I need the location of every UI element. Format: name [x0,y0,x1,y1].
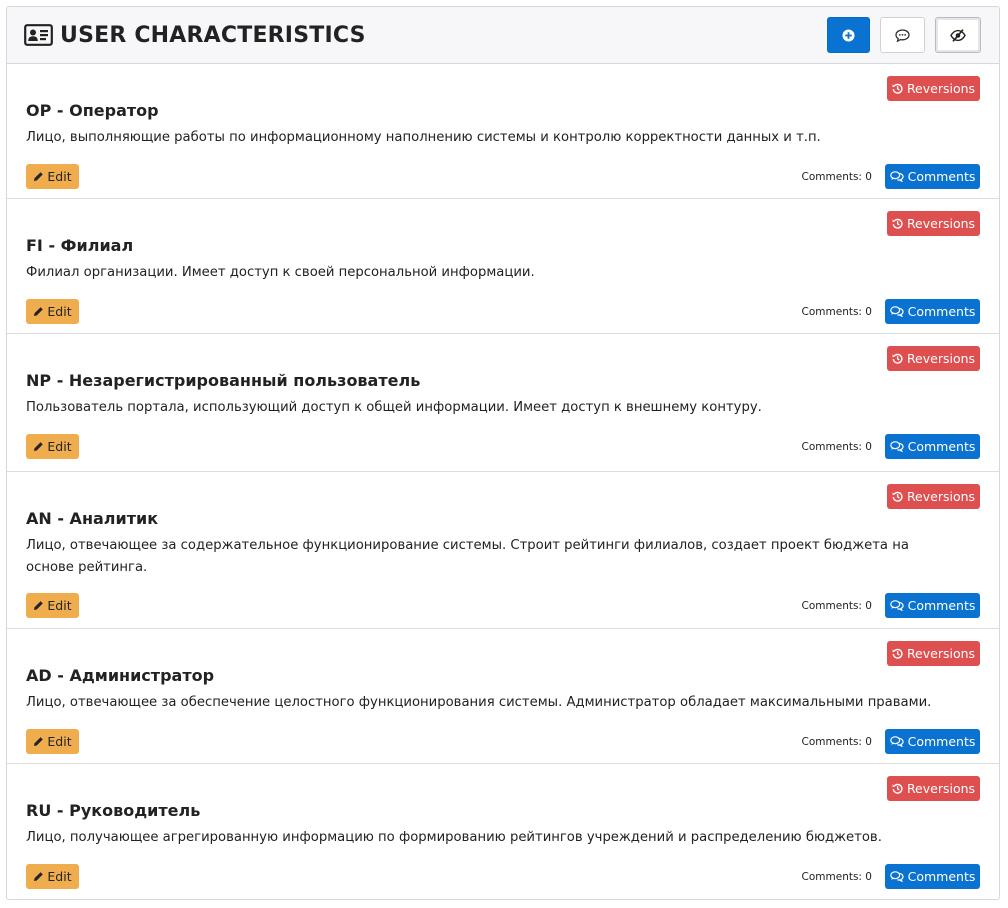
reversions-label: Reversions [906,646,976,661]
reversions-button[interactable]: Reversions [887,211,980,236]
reversions-button[interactable]: Reversions [887,641,980,666]
comments-label: Comments [907,169,976,184]
item-title: FI - Филиал [26,236,134,255]
reversions-label: Reversions [906,351,976,366]
item-description: Лицо, получающее агрегированную информац… [26,830,882,845]
comments-count: Comments: 0 [801,305,872,318]
item-description: Лицо, отвечающее за обеспечение целостно… [26,695,932,710]
comments-label: Comments [907,869,976,884]
history-icon [892,783,903,794]
item-description: Филиал организации. Имеет доступ к своей… [26,265,535,280]
edit-label: Edit [47,439,72,454]
item-description: Лицо, отвечающее за содержательное функц… [26,538,909,575]
id-card-icon [24,23,54,47]
comments-icon [889,171,904,182]
reversions-button[interactable]: Reversions [887,484,980,509]
comments-icon [889,871,904,882]
comments-icon [889,736,904,747]
comments-count: Comments: 0 [801,170,872,183]
comments-icon [889,600,904,611]
reversions-button[interactable]: Reversions [887,346,980,371]
history-icon [892,353,903,364]
comments-icon [889,441,904,452]
comments-label: Comments [907,304,976,319]
reversions-label: Reversions [906,781,976,796]
comments-label: Comments [907,734,976,749]
pencil-icon [33,600,44,611]
history-icon [892,491,903,502]
list-item: Reversions AD - Администратор Лицо, отве… [7,629,999,764]
edit-button[interactable]: Edit [26,864,79,889]
history-icon [892,218,903,229]
pencil-icon [33,171,44,182]
item-title: AN - Аналитик [26,509,159,528]
hide-button[interactable] [935,17,981,53]
comments-count: Comments: 0 [801,735,872,748]
item-title: OP - Оператор [26,101,159,120]
edit-label: Edit [47,734,72,749]
user-characteristics-panel: USER CHARACTERISTICS Reversions OP - Опе… [6,6,1000,900]
item-title: NP - Незарегистрированный пользователь [26,371,421,390]
comments-button[interactable]: Comments [885,434,980,459]
page-title: USER CHARACTERISTICS [60,22,366,48]
pencil-icon [33,306,44,317]
list-item: Reversions RU - Руководитель Лицо, получ… [7,764,999,899]
comment-icon [895,28,910,42]
reversions-button[interactable]: Reversions [887,76,980,101]
edit-label: Edit [47,869,72,884]
list-item: Reversions NP - Незарегистрированный пол… [7,334,999,472]
comments-count: Comments: 0 [801,599,872,612]
edit-button[interactable]: Edit [26,434,79,459]
item-description: Лицо, выполняющие работы по информационн… [26,130,821,145]
pencil-icon [33,736,44,747]
comments-toggle-button[interactable] [880,17,925,53]
list-item: Reversions FI - Филиал Филиал организаци… [7,199,999,334]
comments-button[interactable]: Comments [885,593,980,618]
comments-icon [889,306,904,317]
item-description: Пользователь портала, использующий досту… [26,400,762,415]
history-icon [892,83,903,94]
pencil-icon [33,441,44,452]
reversions-label: Reversions [906,216,976,231]
add-button[interactable] [827,17,870,53]
edit-button[interactable]: Edit [26,299,79,324]
edit-label: Edit [47,304,72,319]
edit-button[interactable]: Edit [26,729,79,754]
comments-label: Comments [907,439,976,454]
edit-label: Edit [47,169,72,184]
comments-button[interactable]: Comments [885,729,980,754]
list-item: Reversions OP - Оператор Лицо, выполняющ… [7,64,999,199]
panel-header: USER CHARACTERISTICS [7,7,999,64]
eye-slash-icon [950,28,966,42]
edit-button[interactable]: Edit [26,593,79,618]
comments-label: Comments [907,598,976,613]
item-title: RU - Руководитель [26,801,201,820]
header-actions [827,17,981,53]
reversions-label: Reversions [906,81,976,96]
item-title: AD - Администратор [26,666,215,685]
edit-button[interactable]: Edit [26,164,79,189]
list-item: Reversions AN - Аналитик Лицо, отвечающе… [7,472,999,629]
history-icon [892,648,903,659]
comments-count: Comments: 0 [801,870,872,883]
comments-button[interactable]: Comments [885,164,980,189]
comments-button[interactable]: Comments [885,864,980,889]
plus-circle-icon [842,29,855,42]
reversions-button[interactable]: Reversions [887,776,980,801]
edit-label: Edit [47,598,72,613]
reversions-label: Reversions [906,489,976,504]
comments-button[interactable]: Comments [885,299,980,324]
comments-count: Comments: 0 [801,440,872,453]
pencil-icon [33,871,44,882]
